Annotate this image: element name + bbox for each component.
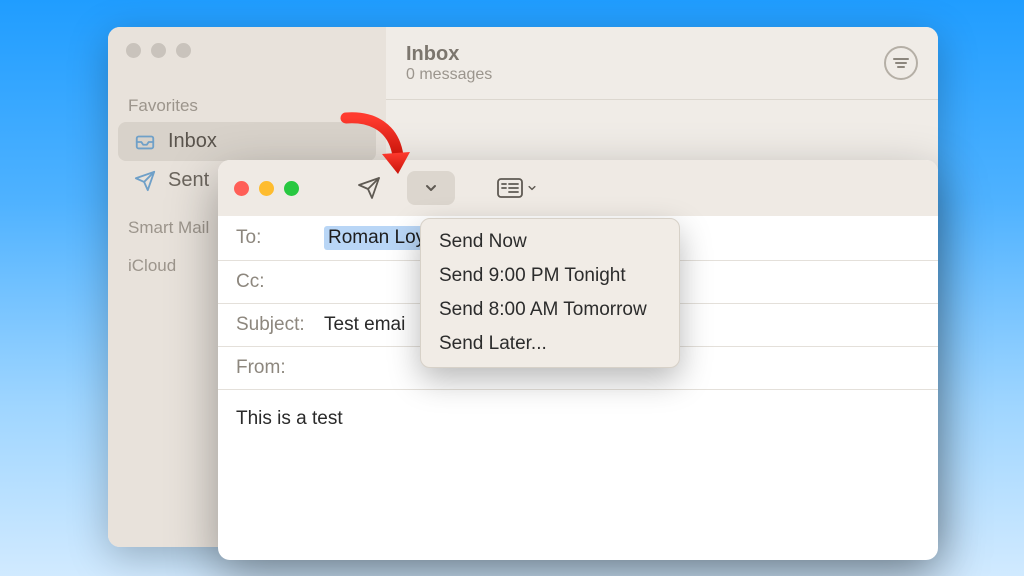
sidebar-item-label: Sent — [168, 169, 209, 192]
menu-item-send-now[interactable]: Send Now — [421, 225, 679, 259]
compose-body[interactable]: This is a test — [218, 390, 938, 448]
main-close-button[interactable] — [126, 43, 141, 58]
mailbox-title: Inbox — [406, 43, 492, 66]
send-button[interactable] — [345, 171, 393, 205]
subject-value[interactable]: Test emai — [324, 314, 405, 336]
subject-label: Subject: — [236, 314, 310, 336]
sidebar-item-inbox[interactable]: Inbox — [118, 122, 376, 161]
send-options-button[interactable] — [407, 171, 455, 205]
main-zoom-button[interactable] — [176, 43, 191, 58]
compose-toolbar — [218, 160, 938, 216]
sidebar-section-favorites: Favorites — [108, 96, 386, 116]
sidebar-item-label: Inbox — [168, 130, 217, 153]
paper-plane-icon — [134, 170, 156, 192]
cc-label: Cc: — [236, 271, 310, 293]
menu-item-send-tonight[interactable]: Send 9:00 PM Tonight — [421, 259, 679, 293]
compose-close-button[interactable] — [234, 181, 249, 196]
inbox-tray-icon — [134, 131, 156, 153]
menu-item-send-tomorrow[interactable]: Send 8:00 AM Tomorrow — [421, 293, 679, 327]
compose-zoom-button[interactable] — [284, 181, 299, 196]
menu-item-send-later[interactable]: Send Later... — [421, 327, 679, 361]
to-label: To: — [236, 227, 310, 249]
compose-minimize-button[interactable] — [259, 181, 274, 196]
mail-header: Inbox 0 messages — [386, 27, 938, 100]
header-filter-button[interactable] — [884, 46, 918, 80]
main-minimize-button[interactable] — [151, 43, 166, 58]
main-window-controls[interactable] — [108, 43, 386, 58]
send-options-menu: Send Now Send 9:00 PM Tonight Send 8:00 … — [420, 218, 680, 368]
headers-toggle-button[interactable] — [491, 171, 543, 205]
from-label: From: — [236, 357, 310, 379]
mailbox-message-count: 0 messages — [406, 66, 492, 84]
compose-window-controls[interactable] — [234, 181, 299, 196]
